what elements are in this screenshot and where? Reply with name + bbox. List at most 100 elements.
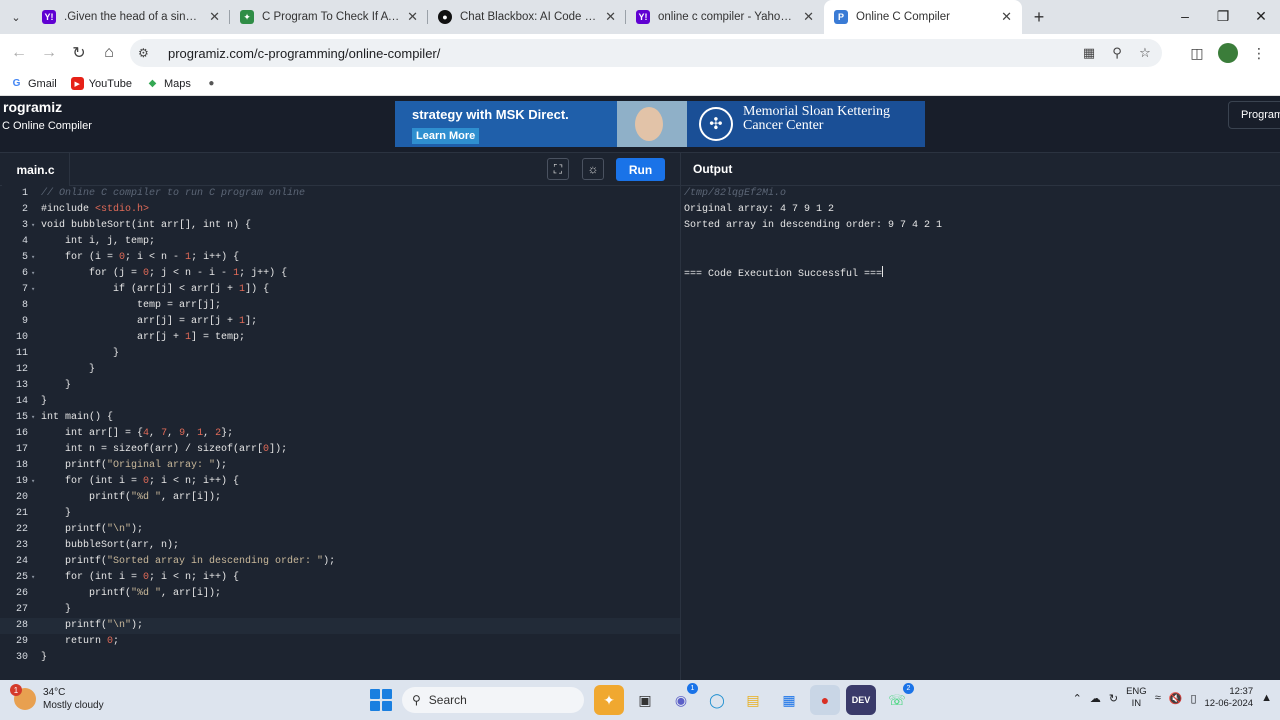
edge-icon[interactable]: ◯ bbox=[702, 685, 732, 715]
code-line[interactable]: 18 printf("Original array: "); bbox=[0, 458, 680, 474]
bookmark-globe[interactable]: ● bbox=[205, 77, 218, 90]
code-line[interactable]: 9 arr[j] = arr[j + 1]; bbox=[0, 314, 680, 330]
tab-close-icon[interactable]: ✕ bbox=[605, 9, 616, 25]
weather-widget[interactable]: 1 34°C Mostly cloudy bbox=[10, 684, 104, 712]
browser-tab[interactable]: Y! online c compiler - Yahoo India ✕ bbox=[626, 0, 824, 34]
fold-arrow-icon[interactable]: ▾ bbox=[31, 570, 35, 586]
browser-tab[interactable]: ● Chat Blackbox: AI Code Generat ✕ bbox=[428, 0, 626, 34]
code-line[interactable]: 6 ▾ for (j = 0; j < n - i - 1; j++) { bbox=[0, 266, 680, 282]
copilot-icon[interactable]: ✦ bbox=[594, 685, 624, 715]
start-button[interactable] bbox=[370, 689, 392, 711]
tracking-protection-icon[interactable]: ▦ bbox=[1080, 45, 1098, 61]
volume-muted-icon[interactable]: 🔇 bbox=[1169, 692, 1183, 705]
onedrive-icon[interactable]: ☁ bbox=[1090, 692, 1101, 705]
profile-avatar[interactable] bbox=[1218, 43, 1238, 63]
wifi-icon[interactable]: ≈ bbox=[1155, 692, 1161, 704]
devcpp-icon[interactable]: DEV bbox=[846, 685, 876, 715]
code-line[interactable]: 19 ▾ for (int i = 0; i < n; i++) { bbox=[0, 474, 680, 490]
forward-icon[interactable]: → bbox=[34, 38, 64, 68]
close-window-icon[interactable]: ✕ bbox=[1242, 0, 1280, 32]
maximize-icon[interactable]: ❐ bbox=[1204, 0, 1242, 32]
extensions-icon[interactable]: ◫ bbox=[1182, 45, 1212, 62]
browser-tab[interactable]: ✦ C Program To Check If A Singly ✕ bbox=[230, 0, 428, 34]
programiz-logo[interactable]: rogramiz bbox=[3, 99, 62, 115]
code-line[interactable]: 27 } bbox=[0, 602, 680, 618]
language-indicator[interactable]: ENG IN bbox=[1126, 686, 1147, 710]
code-line[interactable]: 24 printf("Sorted array in descending or… bbox=[0, 554, 680, 570]
browser-tab[interactable]: Y! .Given the head of a singly linke ✕ bbox=[32, 0, 230, 34]
code-line[interactable]: 15 ▾ int main() { bbox=[0, 410, 680, 426]
ad-banner[interactable]: strategy with MSK Direct. Learn More ✣ M… bbox=[395, 101, 925, 147]
code-line[interactable]: 21 } bbox=[0, 506, 680, 522]
code-editor[interactable]: 1 // Online C compiler to run C program o… bbox=[0, 186, 680, 680]
run-button[interactable]: Run bbox=[616, 158, 665, 181]
site-info-icon[interactable]: ⚙ bbox=[138, 46, 162, 60]
file-tab-main[interactable]: main.c bbox=[2, 153, 70, 186]
bookmark-maps[interactable]: ◆ Maps bbox=[146, 77, 191, 90]
back-icon[interactable]: ← bbox=[4, 38, 34, 68]
code-line[interactable]: 1 // Online C compiler to run C program o… bbox=[0, 186, 680, 202]
chevron-up-icon[interactable]: ⌃ bbox=[1073, 692, 1082, 705]
bookmark-star-icon[interactable]: ☆ bbox=[1136, 45, 1154, 61]
store-icon[interactable]: ▦ bbox=[774, 685, 804, 715]
theme-toggle-icon[interactable]: ☼ bbox=[582, 158, 604, 180]
code-line[interactable]: 26 printf("%d ", arr[i]); bbox=[0, 586, 680, 602]
code-line[interactable]: 22 printf("\n"); bbox=[0, 522, 680, 538]
clock[interactable]: 12:37 12-06-2024 bbox=[1205, 686, 1254, 710]
tab-close-icon[interactable]: ✕ bbox=[209, 9, 220, 25]
browser-tab-active[interactable]: P Online C Compiler ✕ bbox=[824, 0, 1022, 34]
code-line[interactable]: 13 } bbox=[0, 378, 680, 394]
address-bar[interactable]: ⚙ programiz.com/c-programming/online-com… bbox=[130, 39, 1162, 67]
ad-learn-more-button[interactable]: Learn More bbox=[412, 128, 480, 144]
fold-arrow-icon[interactable]: ▾ bbox=[31, 218, 35, 234]
programiz-pro-button[interactable]: Programiz bbox=[1228, 101, 1280, 129]
code-line[interactable]: 20 printf("%d ", arr[i]); bbox=[0, 490, 680, 506]
tab-close-icon[interactable]: ✕ bbox=[803, 9, 814, 25]
whatsapp-icon[interactable]: ☏ 2 bbox=[882, 683, 914, 715]
tab-close-icon[interactable]: ✕ bbox=[407, 9, 418, 25]
code-line[interactable]: 8 temp = arr[j]; bbox=[0, 298, 680, 314]
tab-close-icon[interactable]: ✕ bbox=[1001, 9, 1012, 25]
bookmark-gmail[interactable]: G Gmail bbox=[10, 77, 57, 90]
home-icon[interactable]: ⌂ bbox=[94, 38, 124, 68]
battery-icon[interactable]: ▯ bbox=[1190, 692, 1196, 705]
task-view-icon[interactable]: ▣ bbox=[630, 685, 660, 715]
minimize-icon[interactable]: – bbox=[1166, 0, 1204, 32]
fold-arrow-icon[interactable]: ▾ bbox=[31, 474, 35, 490]
fold-arrow-icon[interactable]: ▾ bbox=[31, 250, 35, 266]
code-line[interactable]: 16 int arr[] = {4, 7, 9, 1, 2}; bbox=[0, 426, 680, 442]
code-line[interactable]: 28 printf("\n"); bbox=[0, 618, 680, 634]
code-line[interactable]: 12 } bbox=[0, 362, 680, 378]
teams-icon[interactable]: ◉ 1 bbox=[666, 683, 698, 715]
code-line[interactable]: 10 arr[j + 1] = temp; bbox=[0, 330, 680, 346]
url-text[interactable]: programiz.com/c-programming/online-compi… bbox=[168, 46, 440, 61]
fold-arrow-icon[interactable]: ▾ bbox=[31, 410, 35, 426]
new-tab-button[interactable]: + bbox=[1022, 0, 1056, 34]
code-line[interactable]: 7 ▾ if (arr[j] < arr[j + 1]) { bbox=[0, 282, 680, 298]
chrome-icon[interactable]: ● bbox=[810, 685, 840, 715]
zoom-icon[interactable]: ⚲ bbox=[1108, 45, 1126, 61]
code-line[interactable]: 14} bbox=[0, 394, 680, 410]
taskbar-search[interactable]: ⚲ Search bbox=[402, 687, 584, 713]
code-line[interactable]: 17 int n = sizeof(arr) / sizeof(arr[0]); bbox=[0, 442, 680, 458]
code-line[interactable]: 5 ▾ for (i = 0; i < n - 1; i++) { bbox=[0, 250, 680, 266]
fullscreen-icon[interactable]: ⛶ bbox=[547, 158, 569, 180]
tab-search-button[interactable]: ⌄ bbox=[0, 0, 32, 34]
code-line[interactable]: 29 return 0; bbox=[0, 634, 680, 650]
code-line[interactable]: 23 bubbleSort(arr, n); bbox=[0, 538, 680, 554]
code-line[interactable]: 3 ▾ void bubbleSort(int arr[], int n) { bbox=[0, 218, 680, 234]
fold-arrow-icon[interactable]: ▾ bbox=[31, 282, 35, 298]
code-line[interactable]: 11 } bbox=[0, 346, 680, 362]
menu-icon[interactable]: ⋮ bbox=[1244, 45, 1274, 62]
output-console[interactable]: /tmp/82lqgEf2Mi.o Original array: 4 7 9 … bbox=[680, 186, 1280, 680]
code-line[interactable]: 25 ▾ for (int i = 0; i < n; i++) { bbox=[0, 570, 680, 586]
code-line[interactable]: 30} bbox=[0, 650, 680, 666]
bookmark-youtube[interactable]: ▶ YouTube bbox=[70, 77, 132, 90]
notification-bell-icon[interactable]: ▲ bbox=[1261, 692, 1272, 704]
reload-icon[interactable]: ↻ bbox=[64, 38, 94, 68]
file-explorer-icon[interactable]: ▤ bbox=[738, 685, 768, 715]
code-line[interactable]: 2 #include <stdio.h> bbox=[0, 202, 680, 218]
sync-icon[interactable]: ↻ bbox=[1109, 692, 1118, 705]
code-line[interactable]: 4 int i, j, temp; bbox=[0, 234, 680, 250]
fold-arrow-icon[interactable]: ▾ bbox=[31, 266, 35, 282]
